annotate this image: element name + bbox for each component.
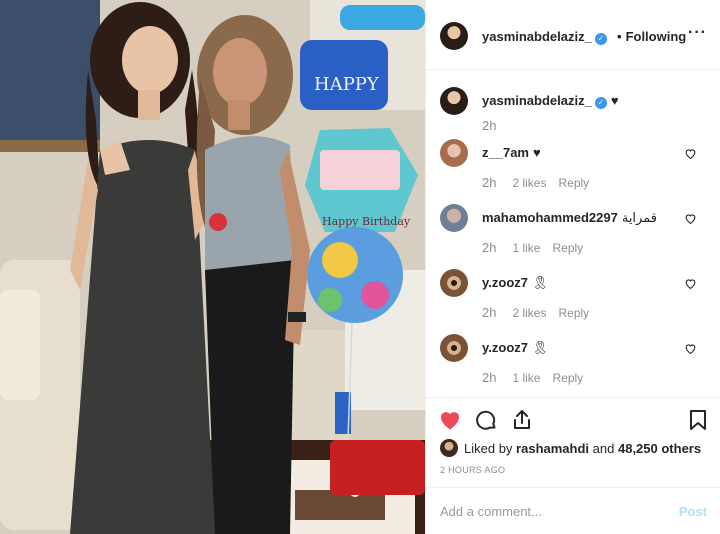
- likes-summary[interactable]: Liked by rashamahdi and 48,250 others: [440, 439, 701, 457]
- reply-button[interactable]: Reply: [552, 371, 583, 385]
- comment-text: mahamohammed2297 قمراية: [482, 210, 657, 226]
- comment-username[interactable]: y.zooz7: [482, 275, 528, 290]
- author-avatar[interactable]: [440, 22, 468, 50]
- comment-meta: 2h 2 likes Reply: [482, 305, 601, 320]
- comment-meta: 2h 1 like Reply: [482, 370, 595, 385]
- comment-time[interactable]: 2h: [482, 370, 496, 385]
- post-header: yasminabdelaziz_ ✓ • Following ···: [426, 0, 720, 70]
- separator-dot: •: [617, 29, 622, 44]
- liker-avatar: [440, 439, 458, 457]
- share-icon[interactable]: [510, 408, 534, 432]
- post-side-panel: yasminabdelaziz_ ✓ • Following ··· yasmina…: [425, 0, 720, 534]
- author-username[interactable]: yasminabdelaziz_ ✓: [482, 29, 607, 45]
- save-bookmark-icon[interactable]: [686, 408, 710, 432]
- comment-likes[interactable]: 2 likes: [512, 176, 546, 190]
- comment-avatar[interactable]: [440, 139, 468, 167]
- comment-bubble-icon[interactable]: [474, 408, 498, 432]
- likes-others[interactable]: 48,250 others: [618, 441, 701, 456]
- liker-username[interactable]: rashamahdi: [516, 441, 589, 456]
- comment-meta: 2h 2 likes Reply: [482, 175, 601, 190]
- comment-text: y.zooz7 🎗: [482, 275, 549, 291]
- add-comment-bar: Add a comment... Post: [426, 487, 720, 534]
- comment-username[interactable]: mahamohammed2297: [482, 210, 618, 225]
- comment-text: y.zooz7 🎗: [482, 340, 549, 356]
- caption-username[interactable]: yasminabdelaziz_: [482, 93, 592, 108]
- comment-avatar[interactable]: [440, 334, 468, 362]
- post-comment-button[interactable]: Post: [679, 504, 707, 519]
- post-actions: Liked by rashamahdi and 48,250 others 2 …: [426, 397, 720, 487]
- comment-body: 🎗: [532, 275, 549, 290]
- svg-text:HAPPY: HAPPY: [314, 74, 380, 95]
- comment-body: 🎗: [532, 340, 549, 355]
- caption-text: yasminabdelaziz_ ✓ ♥: [482, 93, 619, 109]
- comment-body: ♥: [532, 145, 541, 160]
- verified-badge-icon: ✓: [594, 33, 607, 45]
- comments-list[interactable]: yasminabdelaziz_ ✓ ♥ 2h z__7am ♥ 2h 2 likes R…: [426, 71, 720, 396]
- comment-avatar[interactable]: [440, 269, 468, 297]
- reply-button[interactable]: Reply: [552, 241, 583, 255]
- like-comment-heart-icon[interactable]: [684, 147, 697, 160]
- comment-likes[interactable]: 1 like: [512, 241, 540, 255]
- comment-likes[interactable]: 2 likes: [512, 306, 546, 320]
- reply-button[interactable]: Reply: [558, 176, 589, 190]
- comment-meta: 2h 1 like Reply: [482, 240, 595, 255]
- comment-text: z__7am ♥: [482, 145, 541, 160]
- like-comment-heart-icon[interactable]: [684, 342, 697, 355]
- post-photo[interactable]: HAPPY Happy Birthday: [0, 0, 425, 534]
- svg-text:Happy Birthday: Happy Birthday: [322, 215, 411, 228]
- comment-avatar[interactable]: [440, 204, 468, 232]
- comment-username[interactable]: y.zooz7: [482, 340, 528, 355]
- comment-username[interactable]: z__7am: [482, 145, 529, 160]
- comment-time[interactable]: 2h: [482, 240, 496, 255]
- caption-body: ♥: [610, 93, 619, 108]
- likes-prefix: Liked by: [464, 441, 513, 456]
- following-button[interactable]: • Following: [617, 29, 686, 44]
- comment-body: قمراية: [621, 210, 657, 225]
- author-username-text[interactable]: yasminabdelaziz_: [482, 29, 592, 44]
- comment-time[interactable]: 2h: [482, 305, 496, 320]
- liked-heart-icon[interactable]: [438, 408, 462, 432]
- like-comment-heart-icon[interactable]: [684, 212, 697, 225]
- verified-badge-icon: ✓: [594, 97, 607, 109]
- more-options-icon[interactable]: ···: [688, 24, 707, 42]
- likes-and: and: [592, 441, 615, 456]
- add-comment-input[interactable]: Add a comment...: [440, 504, 542, 519]
- photo-scene: HAPPY Happy Birthday: [0, 0, 425, 534]
- like-comment-heart-icon[interactable]: [684, 277, 697, 290]
- following-label[interactable]: Following: [626, 29, 687, 44]
- comment-likes[interactable]: 1 like: [512, 371, 540, 385]
- reply-button[interactable]: Reply: [558, 306, 589, 320]
- caption-meta: 2h: [482, 118, 512, 133]
- caption-time[interactable]: 2h: [482, 118, 496, 133]
- comment-time[interactable]: 2h: [482, 175, 496, 190]
- caption-avatar[interactable]: [440, 87, 468, 115]
- post-timestamp[interactable]: 2 HOURS AGO: [440, 465, 505, 475]
